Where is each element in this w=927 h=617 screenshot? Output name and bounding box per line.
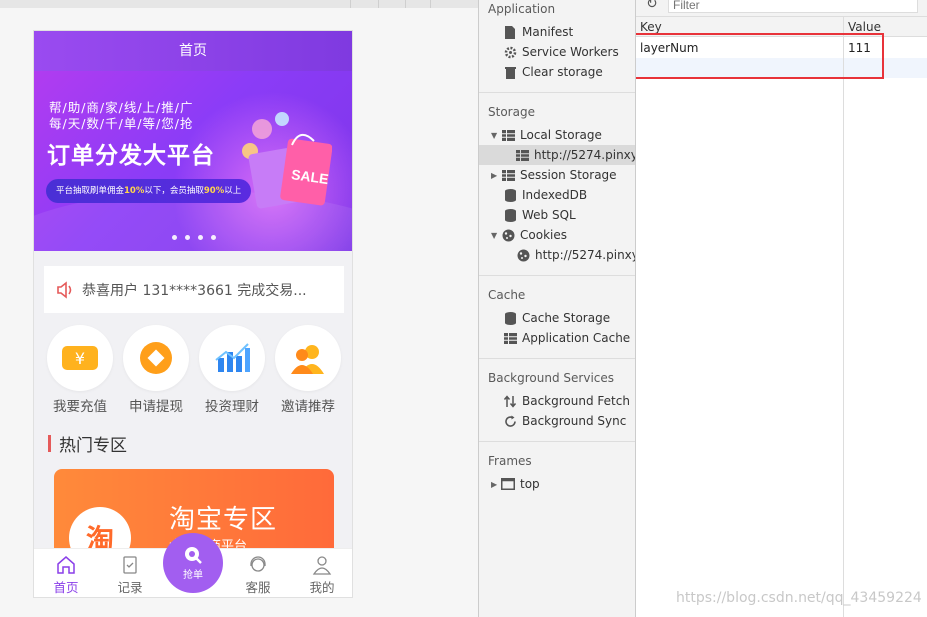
screen: 首页 帮/助/商/家/线/上/推/广 每/天/数/千/单/等/您/抢 订单分发大… [0,0,927,617]
banner-pill: 平台抽取刷单佣金10%以下，会员抽取90%以上 [46,179,252,203]
grid-icon [503,332,517,344]
column-divider[interactable] [843,17,844,617]
cookie-icon [517,249,529,261]
section-application: Application [488,2,556,16]
banner-pagination[interactable] [172,235,216,240]
cookie-icon [502,229,514,241]
up-down-arrows-icon [504,394,516,408]
profile-icon [312,556,332,575]
column-key[interactable]: Key [640,20,662,34]
section-cache: Cache [488,288,526,302]
invest-icon [215,343,250,372]
mobile-page: 首页 帮/助/商/家/线/上/推/广 每/天/数/千/单/等/您/抢 订单分发大… [33,30,353,598]
file-icon [505,25,515,39]
banner-headline: 订单分发大平台 [47,143,215,169]
toolbar-strip [0,0,478,8]
shopping-bag-icon: SALE [242,112,332,209]
section-title: 热门专区 [48,433,127,456]
withdraw-icon [140,342,172,374]
page-title: 首页 [34,31,352,71]
section-frames: Frames [488,454,532,468]
expanded-arrow-icon[interactable]: ▼ [491,131,501,140]
column-value[interactable]: Value [848,20,881,34]
action-invest[interactable]: 投资理财 [194,325,270,415]
red-highlight-box [636,33,884,79]
svg-text:¥: ¥ [75,349,85,368]
action-withdraw[interactable]: 申请提现 [118,325,194,415]
card-title: 淘宝专区 [169,505,278,535]
tree-item-cookies[interactable]: ▼ Cookies [491,225,567,245]
grid-icon [516,149,529,161]
speaker-icon [57,280,72,299]
tab-service[interactable]: 客服 [226,549,290,597]
tree-item-service-workers[interactable]: Service Workers [503,42,619,62]
device-preview-area: 首页 帮/助/商/家/线/上/推/广 每/天/数/千/单/等/您/抢 订单分发大… [0,0,478,617]
database-icon [504,188,516,202]
devtools-sidebar: Application Manifest Service Workers Cle… [478,0,636,617]
section-storage: Storage [488,105,535,119]
filter-input[interactable] [668,0,918,13]
home-icon [57,556,75,574]
collapsed-arrow-icon[interactable]: ▶ [491,171,501,180]
tree-item-background-sync[interactable]: Background Sync [503,411,626,431]
tab-home[interactable]: 首页 [34,549,98,597]
tree-item-indexeddb[interactable]: IndexedDB [503,185,587,205]
watermark: https://blog.csdn.net/qq_43459224 [676,590,922,606]
tree-item-cache-storage[interactable]: Cache Storage [503,308,610,328]
quick-actions: ¥ 我要充值 申请提现 投资理财 邀请推荐 [34,325,352,421]
filter-bar: ↻ [636,0,927,17]
frame-icon [501,478,515,490]
record-icon [123,556,137,574]
tree-item-application-cache[interactable]: Application Cache [503,328,630,348]
collapsed-arrow-icon[interactable]: ▶ [491,480,501,489]
tab-profile[interactable]: 我的 [290,549,352,597]
recharge-icon: ¥ [62,346,98,370]
service-icon [250,556,266,572]
section-background-services: Background Services [488,371,615,385]
action-recharge[interactable]: ¥ 我要充值 [42,325,118,415]
tree-item-clear-storage[interactable]: Clear storage [503,62,603,82]
tab-grab-order[interactable]: 抢单 [163,533,223,593]
tree-item-cookies-origin[interactable]: http://5274.pinxy.cn [516,245,635,265]
action-invite[interactable]: 邀请推荐 [270,325,346,415]
database-icon [504,311,516,325]
expanded-arrow-icon[interactable]: ▼ [491,231,501,240]
banner-line-2: 每/天/数/千/单/等/您/抢 [49,116,194,131]
tree-item-websql[interactable]: Web SQL [503,205,576,225]
grid-icon [501,169,515,181]
grab-order-icon [185,547,202,564]
sync-icon [504,415,516,427]
grid-icon [501,129,515,141]
tree-item-local-storage-origin[interactable]: http://5274.pinxy.cn [479,145,635,165]
refresh-icon[interactable]: ↻ [646,0,658,12]
promo-banner[interactable]: 帮/助/商/家/线/上/推/广 每/天/数/千/单/等/您/抢 订单分发大平台 … [34,71,352,251]
tree-item-background-fetch[interactable]: Background Fetch [503,391,630,411]
notice-text: 恭喜用户 131****3661 完成交易... [82,282,307,299]
database-icon [504,208,516,222]
trash-icon [504,66,516,79]
notice-bar[interactable]: 恭喜用户 131****3661 完成交易... [44,266,344,313]
gear-icon [504,46,516,58]
invite-icon [291,345,324,374]
tree-item-session-storage[interactable]: ▶ Session Storage [491,165,617,185]
tree-item-local-storage[interactable]: ▼ Local Storage [491,125,602,145]
storage-table-panel: ↻ Key Value layerNum 111 https://blog.cs… [636,0,927,617]
tab-record[interactable]: 记录 [98,549,162,597]
tree-item-manifest[interactable]: Manifest [503,22,573,42]
tree-item-frame-top[interactable]: ▶ top [491,474,540,494]
